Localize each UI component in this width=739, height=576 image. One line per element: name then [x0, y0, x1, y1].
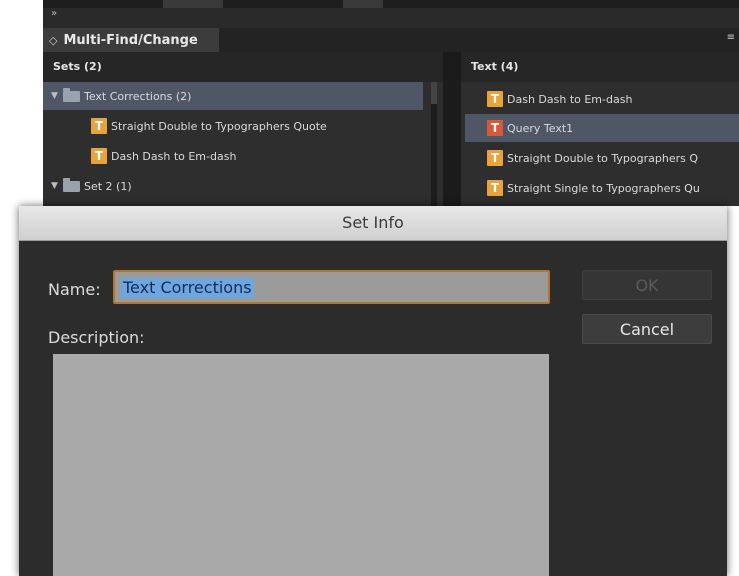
text-item-straight-double[interactable]: T Straight Double to Typographers Q [487, 144, 739, 172]
text-column: Text (4) T Dash Dash to Em-dash T Query … [461, 52, 739, 206]
set-info-dialog: Set Info Name: Text Corrections Descript… [19, 206, 727, 576]
text-item-dash-dash[interactable]: T Dash Dash to Em-dash [487, 85, 739, 113]
text-item-label: Query Text1 [507, 121, 574, 135]
folder-icon [63, 87, 80, 102]
sets-scrollbar[interactable] [431, 82, 437, 206]
text-query-icon: T [91, 148, 107, 164]
cancel-button[interactable]: Cancel [582, 314, 712, 344]
query-item-label: Dash Dash to Em-dash [111, 149, 237, 163]
text-query-icon: T [91, 118, 107, 134]
text-item-label: Straight Single to Typographers Qu [507, 181, 700, 195]
panel-strip-segment [163, 0, 223, 8]
ok-button[interactable]: OK [582, 270, 712, 300]
set-item-label: Set 2 (1) [84, 179, 132, 193]
folder-icon [63, 177, 80, 192]
name-input[interactable]: Text Corrections [113, 270, 550, 304]
panel-strip-segment [343, 0, 383, 8]
panel-title: Multi-Find/Change [63, 32, 198, 48]
set-item-set-2[interactable]: ▼ Set 2 (1) [43, 172, 423, 200]
panel-menu-icon[interactable]: ≡ [727, 32, 735, 43]
dialog-title: Set Info [342, 213, 404, 232]
query-item-straight-double[interactable]: T Straight Double to Typographers Quote [91, 112, 421, 140]
column-divider[interactable] [443, 52, 461, 206]
scroll-thumb[interactable] [431, 82, 437, 104]
text-query-icon: T [487, 120, 503, 136]
panel-tab-bar: ◇ Multi-Find/Change ≡ [43, 28, 739, 52]
set-item-text-corrections[interactable]: ▼ Text Corrections (2) [43, 82, 423, 110]
query-item-dash-dash[interactable]: T Dash Dash to Em-dash [91, 142, 421, 170]
multi-find-change-panel: » ◇ Multi-Find/Change ≡ Sets (2) ▼ Text … [43, 0, 739, 206]
disclosure-triangle-icon[interactable]: ▼ [51, 181, 63, 191]
name-label: Name: [48, 280, 101, 299]
text-query-icon: T [487, 91, 503, 107]
text-item-query-text1[interactable]: T Query Text1 [465, 114, 739, 142]
dialog-titlebar[interactable]: Set Info [19, 206, 727, 241]
text-item-label: Straight Double to Typographers Q [507, 151, 698, 165]
text-query-icon: T [487, 150, 503, 166]
set-item-label: Text Corrections (2) [84, 89, 192, 103]
query-item-label: Straight Double to Typographers Quote [111, 119, 327, 133]
text-header: Text (4) [461, 52, 739, 82]
sets-header: Sets (2) [43, 52, 443, 82]
text-query-icon: T [487, 180, 503, 196]
panel-tab[interactable]: ◇ Multi-Find/Change [43, 28, 219, 52]
description-textarea[interactable] [53, 354, 549, 576]
sets-column: Sets (2) ▼ Text Corrections (2) T Straig… [43, 52, 443, 206]
tab-arrows-icon: ◇ [49, 33, 58, 47]
text-item-label: Dash Dash to Em-dash [507, 92, 633, 106]
panel-top-strip [43, 0, 739, 8]
collapse-panel-icon[interactable]: » [51, 8, 57, 19]
disclosure-triangle-icon[interactable]: ▼ [51, 91, 63, 101]
description-label: Description: [48, 328, 145, 347]
name-input-value: Text Corrections [121, 278, 254, 298]
text-item-straight-single[interactable]: T Straight Single to Typographers Qu [487, 174, 739, 202]
